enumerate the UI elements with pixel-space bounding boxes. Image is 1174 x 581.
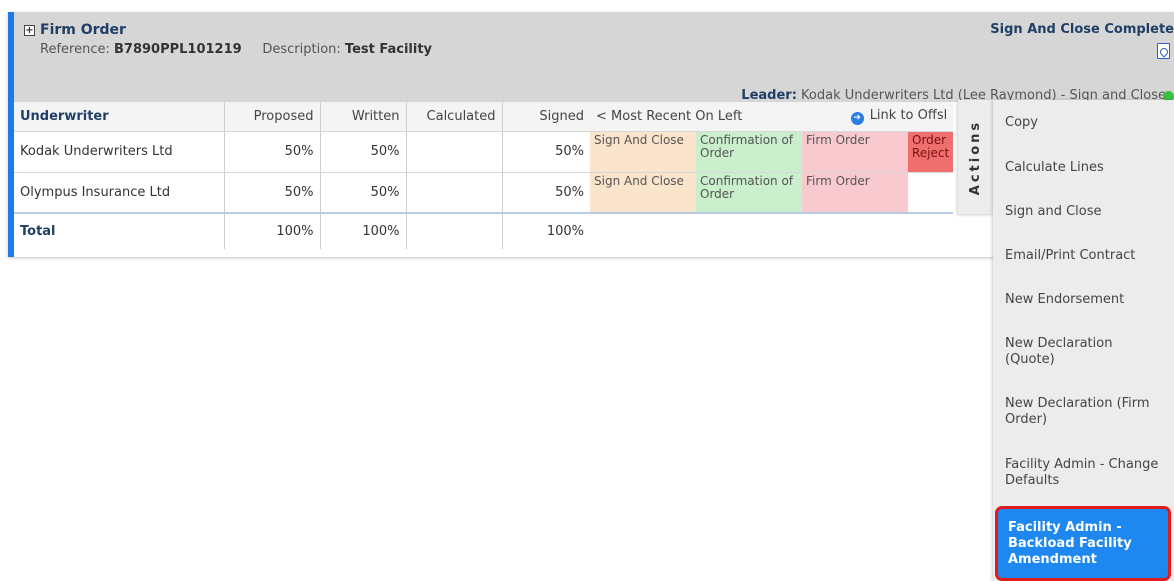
signed-value: 50% bbox=[502, 131, 590, 173]
stage-empty bbox=[908, 172, 954, 214]
table-row[interactable]: Kodak Underwriters Ltd 50% 50% 50% Sign … bbox=[14, 131, 954, 173]
leader-label: Leader: bbox=[741, 88, 797, 103]
menu-item-new-declaration-quote[interactable]: New Declaration (Quote) bbox=[993, 322, 1174, 382]
total-spacer bbox=[590, 212, 954, 249]
link-to-offsl-label: Link to Offsl bbox=[869, 108, 948, 123]
stage-confirmation-of-order[interactable]: Confirmation of Order bbox=[696, 131, 802, 173]
written-value: 50% bbox=[320, 131, 407, 173]
panel-title: + Firm Order bbox=[24, 22, 126, 38]
calculated-value bbox=[406, 172, 503, 214]
table-row[interactable]: Olympus Insurance Ltd 50% 50% 50% Sign A… bbox=[14, 172, 954, 214]
stage-firm-order[interactable]: Firm Order bbox=[802, 172, 908, 214]
reference-line: Reference: B7890PPL101219 Description: T… bbox=[40, 42, 432, 57]
stage-firm-order[interactable]: Firm Order bbox=[802, 131, 908, 173]
underwriter-name: Olympus Insurance Ltd bbox=[14, 172, 225, 214]
menu-item-copy[interactable]: Copy bbox=[993, 100, 1174, 146]
stage-order-reject[interactable]: Order Reject bbox=[908, 131, 954, 173]
menu-item-new-declaration-firm-order[interactable]: New Declaration (Firm Order) bbox=[993, 382, 1174, 442]
total-proposed: 100% bbox=[224, 212, 321, 249]
total-calculated bbox=[406, 212, 503, 249]
total-signed: 100% bbox=[502, 212, 590, 249]
col-written: Written bbox=[320, 102, 407, 132]
menu-item-calculate-lines[interactable]: Calculate Lines bbox=[993, 146, 1174, 190]
reference-value: B7890PPL101219 bbox=[113, 42, 242, 57]
actions-tab[interactable]: Actions bbox=[958, 100, 993, 214]
col-underwriter: Underwriter bbox=[14, 102, 225, 132]
menu-item-facility-admin-change-defaults[interactable]: Facility Admin - Change Defaults bbox=[993, 442, 1174, 504]
panel-title-text: Firm Order bbox=[40, 22, 126, 38]
calculated-value bbox=[406, 131, 503, 173]
stage-sign-and-close[interactable]: Sign And Close bbox=[590, 131, 696, 173]
underwriter-table: Underwriter Proposed Written Calculated … bbox=[14, 102, 954, 249]
proposed-value: 50% bbox=[224, 131, 321, 173]
underwriter-name: Kodak Underwriters Ltd bbox=[14, 131, 225, 173]
total-label: Total bbox=[14, 212, 225, 249]
col-proposed: Proposed bbox=[224, 102, 321, 132]
written-value: 50% bbox=[320, 172, 407, 214]
link-to-offsl[interactable]: ➜ Link to Offsl bbox=[802, 102, 954, 132]
status-text: Sign And Close Complete bbox=[990, 22, 1174, 37]
total-row: Total 100% 100% 100% bbox=[14, 212, 954, 249]
table-header-row: Underwriter Proposed Written Calculated … bbox=[14, 102, 954, 132]
expand-icon[interactable]: + bbox=[24, 24, 35, 36]
menu-item-sign-and-close[interactable]: Sign and Close bbox=[993, 190, 1174, 234]
actions-menu: Copy Calculate Lines Sign and Close Emai… bbox=[993, 100, 1174, 581]
signed-value: 50% bbox=[502, 172, 590, 214]
proposed-value: 50% bbox=[224, 172, 321, 214]
firm-order-header: + Firm Order Reference: B7890PPL101219 D… bbox=[14, 12, 1174, 103]
recent-order-label: < Most Recent On Left bbox=[590, 102, 802, 132]
actions-tab-label-wrap: Actions bbox=[958, 100, 993, 214]
col-signed: Signed bbox=[502, 102, 590, 132]
total-written: 100% bbox=[320, 212, 407, 249]
actions-tab-label: Actions bbox=[968, 119, 983, 195]
description-label: Description: bbox=[262, 42, 341, 57]
reference-label: Reference: bbox=[40, 42, 110, 57]
menu-item-new-endorsement[interactable]: New Endorsement bbox=[993, 278, 1174, 322]
description-value: Test Facility bbox=[344, 42, 433, 57]
arrow-circle-icon: ➜ bbox=[850, 111, 864, 125]
stage-sign-and-close[interactable]: Sign And Close bbox=[590, 172, 696, 214]
menu-item-email-print-contract[interactable]: Email/Print Contract bbox=[993, 234, 1174, 278]
menu-item-facility-admin-backload-amendment[interactable]: Facility Admin - Backload Facility Amend… bbox=[995, 506, 1171, 581]
col-calculated: Calculated bbox=[406, 102, 503, 132]
pdf-icon[interactable] bbox=[1157, 43, 1170, 59]
stage-confirmation-of-order[interactable]: Confirmation of Order bbox=[696, 172, 802, 214]
